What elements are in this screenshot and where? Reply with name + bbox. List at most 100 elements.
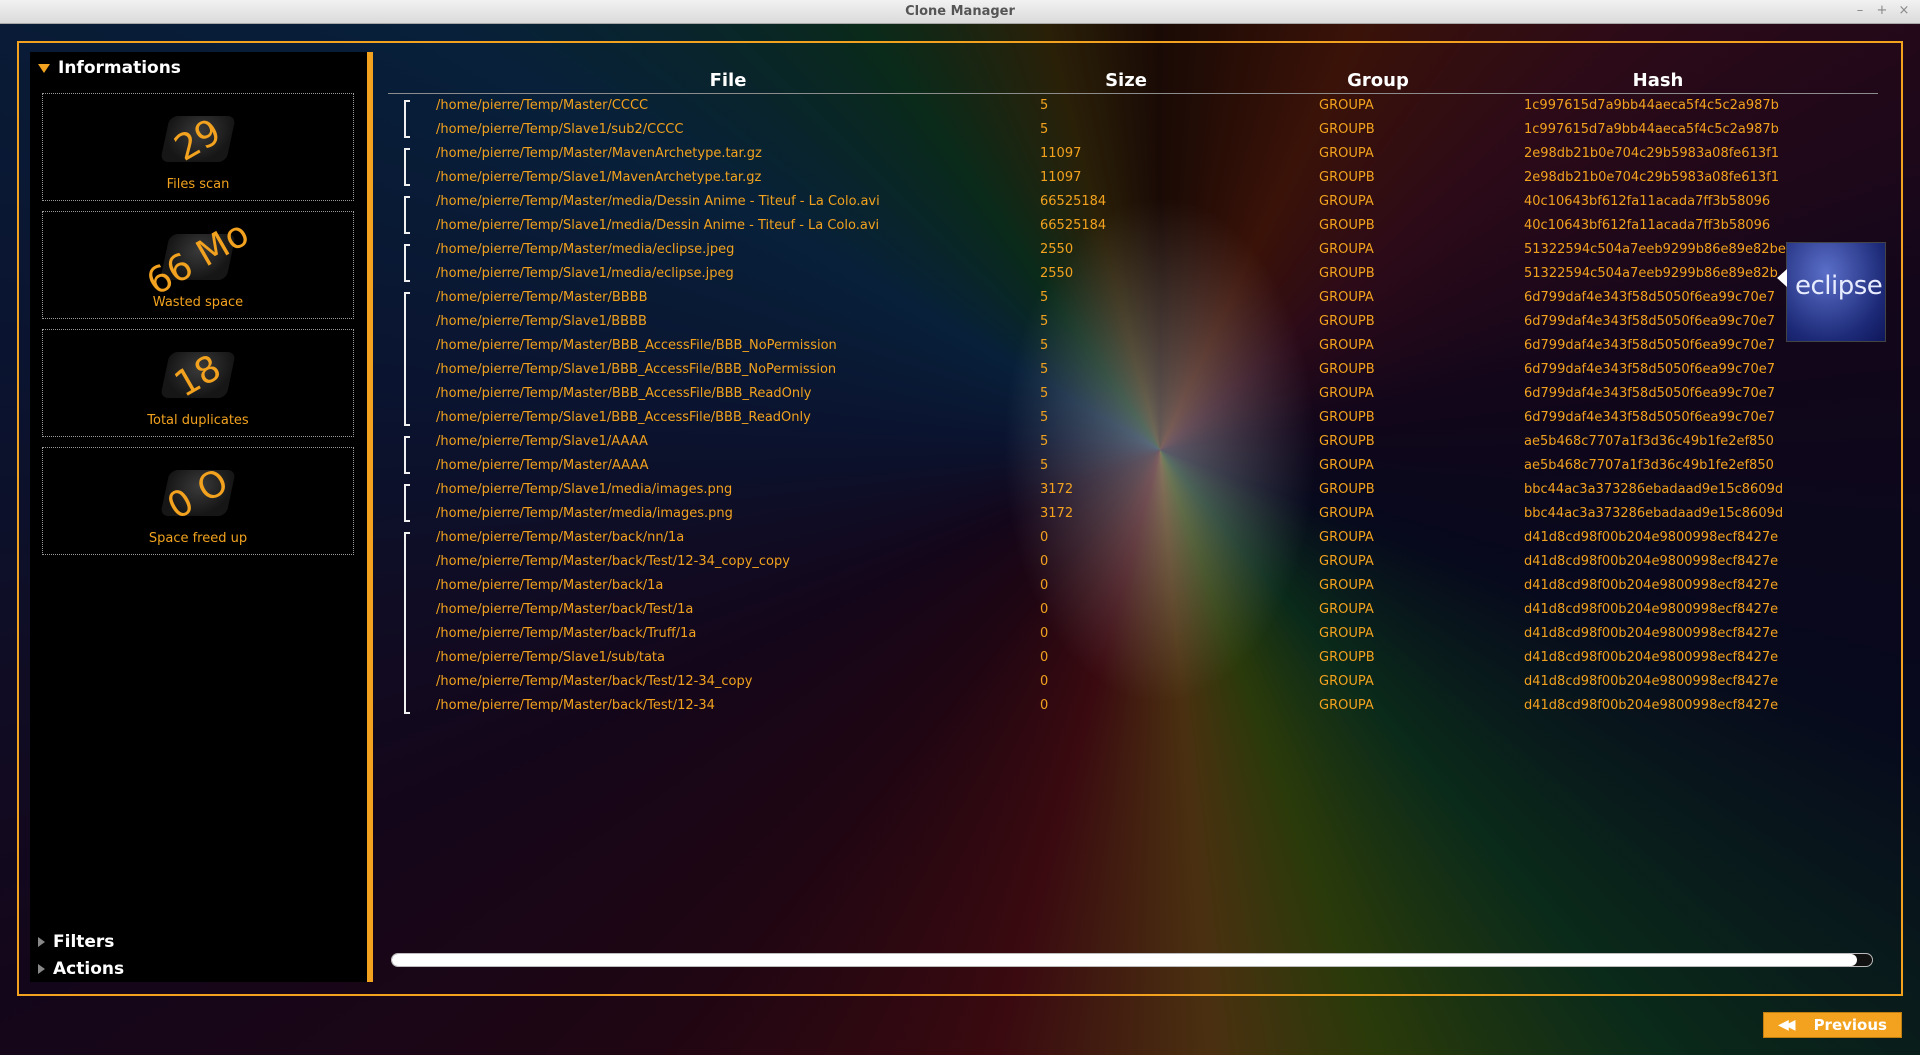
previous-label: Previous bbox=[1813, 1016, 1887, 1034]
table-row[interactable]: /home/pierre/Temp/Master/media/Dessin An… bbox=[388, 191, 1878, 215]
table-row[interactable]: /home/pierre/Temp/Master/back/Test/1a 0 GR… bbox=[388, 599, 1878, 623]
file-cell: /home/pierre/Temp/Slave1/media/images.pn… bbox=[436, 482, 733, 497]
group-cell: GROUPA bbox=[1319, 626, 1374, 641]
table-row[interactable]: /home/pierre/Temp/Master/back/1a 0 GROUPA d… bbox=[388, 575, 1878, 599]
group-cell: GROUPA bbox=[1319, 530, 1374, 545]
size-cell: 0 bbox=[1040, 650, 1049, 665]
group-cell: GROUPA bbox=[1319, 146, 1374, 161]
table-row[interactable]: /home/pierre/Temp/Master/BBBB 5 GROUPA 6d79… bbox=[388, 287, 1878, 311]
hash-cell: 6d799daf4e343f58d5050f6ea99c70e7 bbox=[1524, 386, 1775, 401]
hash-cell: 6d799daf4e343f58d5050f6ea99c70e7 bbox=[1524, 314, 1775, 329]
hash-cell: d41d8cd98f00b204e9800998ecf8427e bbox=[1524, 650, 1779, 665]
side-panel: Informations 29 Files scan 66 Mo Wasted … bbox=[30, 52, 373, 982]
table-row[interactable]: /home/pierre/Temp/Master/BBB_AccessFile/… bbox=[388, 335, 1878, 359]
group-cell: GROUPB bbox=[1319, 314, 1375, 329]
size-cell: 5 bbox=[1040, 290, 1049, 305]
group-cell: GROUPB bbox=[1319, 482, 1375, 497]
hash-cell: d41d8cd98f00b204e9800998ecf8427e bbox=[1524, 674, 1779, 689]
hash-cell: ae5b468c7707a1f3d36c49b1fe2ef850 bbox=[1524, 458, 1774, 473]
table-row[interactable]: /home/pierre/Temp/Master/back/Test/12-34… bbox=[388, 671, 1878, 695]
table-row[interactable]: /home/pierre/Temp/Slave1/media/eclipse.j… bbox=[388, 263, 1878, 287]
table-row[interactable]: /home/pierre/Temp/Master/back/Truff/1a 0 G… bbox=[388, 623, 1878, 647]
duplicates-table: File Size Group Hash /home/pierre/Temp/M… bbox=[388, 62, 1880, 714]
group-cell: GROUPB bbox=[1319, 650, 1375, 665]
table-row[interactable]: /home/pierre/Temp/Slave1/media/images.pn… bbox=[388, 479, 1878, 503]
column-header-group[interactable]: Group bbox=[1318, 70, 1438, 91]
size-cell: 66525184 bbox=[1040, 194, 1107, 209]
hash-cell: d41d8cd98f00b204e9800998ecf8427e bbox=[1524, 602, 1779, 617]
size-cell: 0 bbox=[1040, 554, 1049, 569]
previous-button[interactable]: ◀◀ Previous bbox=[1763, 1012, 1902, 1038]
expanded-arrow-icon bbox=[38, 63, 50, 73]
column-header-hash[interactable]: Hash bbox=[1598, 70, 1718, 91]
file-cell: /home/pierre/Temp/Master/BBB_AccessFile/… bbox=[436, 338, 837, 353]
actions-section-toggle[interactable]: Actions bbox=[38, 959, 124, 979]
minimize-icon[interactable]: – bbox=[1854, 3, 1866, 18]
table-row[interactable]: /home/pierre/Temp/Slave1/sub/tata 0 GROUPB… bbox=[388, 647, 1878, 671]
file-cell: /home/pierre/Temp/Master/media/images.pn… bbox=[436, 506, 733, 521]
group-bracket bbox=[404, 484, 410, 522]
size-cell: 5 bbox=[1040, 362, 1049, 377]
size-cell: 5 bbox=[1040, 122, 1049, 137]
size-cell: 2550 bbox=[1040, 266, 1074, 281]
size-cell: 0 bbox=[1040, 602, 1049, 617]
group-cell: GROUPA bbox=[1319, 338, 1374, 353]
hash-cell: d41d8cd98f00b204e9800998ecf8427e bbox=[1524, 530, 1779, 545]
group-cell: GROUPB bbox=[1319, 410, 1375, 425]
hash-cell: 40c10643bf612fa11acada7ff3b58096 bbox=[1524, 194, 1771, 209]
size-cell: 5 bbox=[1040, 458, 1049, 473]
table-row[interactable]: /home/pierre/Temp/Master/back/nn/1a 0 GROU… bbox=[388, 527, 1878, 551]
hash-cell: 6d799daf4e343f58d5050f6ea99c70e7 bbox=[1524, 362, 1775, 377]
table-row[interactable]: /home/pierre/Temp/Slave1/BBBB 5 GROUPB 6d79… bbox=[388, 311, 1878, 335]
table-row[interactable]: /home/pierre/Temp/Slave1/sub2/CCCC 5 GROUP… bbox=[388, 119, 1878, 143]
hash-cell: 51322594c504a7eeb9299b86e89e82be bbox=[1524, 242, 1786, 257]
table-row[interactable]: /home/pierre/Temp/Master/AAAA 5 GROUPA ae5b… bbox=[388, 455, 1878, 479]
maximize-icon[interactable]: + bbox=[1876, 3, 1888, 18]
hash-cell: 6d799daf4e343f58d5050f6ea99c70e7 bbox=[1524, 410, 1775, 425]
size-cell: 0 bbox=[1040, 578, 1049, 593]
file-cell: /home/pierre/Temp/Master/back/Test/12-34… bbox=[436, 554, 790, 569]
group-cell: GROUPA bbox=[1319, 674, 1374, 689]
table-row[interactable]: /home/pierre/Temp/Master/BBB_AccessFile/… bbox=[388, 383, 1878, 407]
hash-cell: d41d8cd98f00b204e9800998ecf8427e bbox=[1524, 698, 1779, 713]
table-row[interactable]: /home/pierre/Temp/Master/back/Test/12-34… bbox=[388, 551, 1878, 575]
group-cell: GROUPA bbox=[1319, 698, 1374, 713]
filters-section-toggle[interactable]: Filters bbox=[38, 932, 114, 952]
size-cell: 0 bbox=[1040, 674, 1049, 689]
file-cell: /home/pierre/Temp/Slave1/BBB_AccessFile/… bbox=[436, 410, 811, 425]
group-cell: GROUPA bbox=[1319, 290, 1374, 305]
file-cell: /home/pierre/Temp/Slave1/media/Dessin An… bbox=[436, 218, 880, 233]
close-icon[interactable]: × bbox=[1898, 3, 1910, 18]
table-row[interactable]: /home/pierre/Temp/Slave1/MavenArchetype.… bbox=[388, 167, 1878, 191]
table-row[interactable]: /home/pierre/Temp/Master/MavenArchetype.… bbox=[388, 143, 1878, 167]
group-cell: GROUPA bbox=[1319, 602, 1374, 617]
table-row[interactable]: /home/pierre/Temp/Master/back/Test/12-34… bbox=[388, 695, 1878, 719]
table-row[interactable]: /home/pierre/Temp/Slave1/AAAA 5 GROUPB ae5b… bbox=[388, 431, 1878, 455]
column-header-size[interactable]: Size bbox=[1076, 70, 1176, 91]
group-bracket bbox=[404, 532, 410, 714]
table-row[interactable]: /home/pierre/Temp/Slave1/media/Dessin An… bbox=[388, 215, 1878, 239]
hash-cell: bbc44ac3a373286ebadaad9e15c8609d bbox=[1524, 482, 1784, 497]
table-row[interactable]: /home/pierre/Temp/Master/media/images.pn… bbox=[388, 503, 1878, 527]
size-cell: 0 bbox=[1040, 530, 1049, 545]
table-row[interactable]: /home/pierre/Temp/Master/CCCC 5 GROUPA 1c99… bbox=[388, 95, 1878, 119]
group-bracket bbox=[404, 148, 410, 186]
table-body: /home/pierre/Temp/Master/CCCC 5 GROUPA 1c99… bbox=[388, 95, 1878, 719]
file-cell: /home/pierre/Temp/Slave1/sub/tata bbox=[436, 650, 665, 665]
group-cell: GROUPA bbox=[1319, 458, 1374, 473]
table-row[interactable]: /home/pierre/Temp/Slave1/BBB_AccessFile/… bbox=[388, 359, 1878, 383]
column-header-file[interactable]: File bbox=[628, 70, 828, 91]
file-cell: /home/pierre/Temp/Master/media/eclipse.j… bbox=[436, 242, 735, 257]
title-bar: Clone Manager – + × bbox=[0, 0, 1920, 24]
group-cell: GROUPB bbox=[1319, 434, 1375, 449]
space-freed-label: Space freed up bbox=[148, 531, 248, 546]
table-row[interactable]: /home/pierre/Temp/Slave1/BBB_AccessFile/… bbox=[388, 407, 1878, 431]
file-cell: /home/pierre/Temp/Master/back/Test/12-34 bbox=[436, 698, 715, 713]
table-row[interactable]: /home/pierre/Temp/Master/media/eclipse.j… bbox=[388, 239, 1878, 263]
size-cell: 66525184 bbox=[1040, 218, 1107, 233]
group-cell: GROUPA bbox=[1319, 386, 1374, 401]
informations-section-toggle[interactable]: Informations bbox=[38, 58, 181, 78]
size-cell: 0 bbox=[1040, 626, 1049, 641]
group-cell: GROUPB bbox=[1319, 170, 1375, 185]
hash-cell: 1c997615d7a9bb44aeca5f4c5c2a987b bbox=[1524, 98, 1779, 113]
